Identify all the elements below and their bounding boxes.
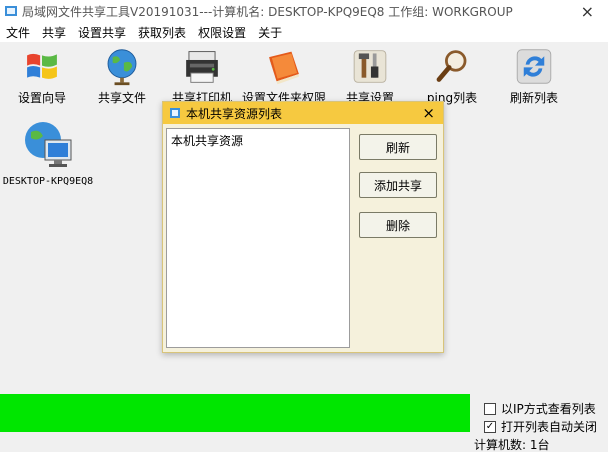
tool-ping-list[interactable]: ping列表 (412, 46, 492, 106)
dialog-close-button[interactable]: × (422, 104, 435, 122)
tool-share-printer[interactable]: 共享打印机 (162, 46, 242, 106)
computer-count: 计算机数: 1台 (474, 438, 550, 452)
auto-close-checkbox[interactable]: ✓ (484, 420, 496, 433)
dialog-app-icon (170, 108, 180, 118)
printer-icon (186, 51, 218, 83)
tool-label: 设置向导 (17, 91, 66, 105)
tool-label: 共享文件 (97, 91, 146, 105)
ip-view-label: 以IP方式查看列表 (501, 402, 596, 416)
computer-name: DESKTOP-KPQ9EQ8 (2, 176, 94, 187)
menu-get-list[interactable]: 获取列表 (138, 24, 186, 41)
refresh-button[interactable]: 刷新 (359, 134, 437, 160)
share-resources-dialog: 本机共享资源列表 × 本机共享资源 刷新 添加共享 删除 (162, 101, 444, 353)
folder-book-icon (269, 51, 299, 85)
add-share-button[interactable]: 添加共享 (359, 172, 437, 198)
dialog-title-bar[interactable]: 本机共享资源列表 (163, 102, 443, 124)
globe-icon (107, 49, 137, 86)
tool-refresh-list[interactable]: 刷新列表 (494, 46, 574, 106)
tool-label: 刷新列表 (509, 91, 558, 105)
app-icon (5, 6, 17, 16)
computer-item[interactable]: DESKTOP-KPQ9EQ8 (2, 118, 94, 194)
windows-flag-icon (27, 53, 57, 79)
menu-share[interactable]: 共享 (42, 24, 66, 41)
window-title: 局域网文件共享工具V20191031---计算机名: DESKTOP-KPQ9E… (22, 4, 513, 19)
menu-file[interactable]: 文件 (6, 24, 30, 41)
close-window-button[interactable]: × (581, 2, 594, 21)
toolbar: 设置向导 共享文件 共享打印机 设置文件夹权限 共享设置 ping列表 刷新列表 (0, 42, 608, 108)
refresh-icon (516, 49, 552, 84)
network-computer-icon (25, 122, 72, 167)
list-item[interactable]: 本机共享资源 (171, 132, 345, 149)
ip-view-checkbox[interactable] (484, 402, 496, 415)
tool-share-file[interactable]: 共享文件 (82, 46, 162, 106)
auto-close-label: 打开列表自动关闭 (501, 420, 598, 434)
auto-close-option[interactable]: ✓ 打开列表自动关闭 (484, 418, 597, 435)
menu-about[interactable]: 关于 (258, 24, 282, 41)
dialog-title: 本机共享资源列表 (186, 106, 283, 121)
tools-icon (353, 50, 387, 83)
ip-view-option[interactable]: 以IP方式查看列表 (484, 400, 596, 417)
title-bar: 局域网文件共享工具V20191031---计算机名: DESKTOP-KPQ9E… (0, 0, 608, 22)
tool-share-settings[interactable]: 共享设置 (330, 46, 410, 106)
share-list[interactable]: 本机共享资源 (166, 128, 350, 348)
menu-permissions[interactable]: 权限设置 (198, 24, 246, 41)
magnifier-icon (436, 50, 467, 82)
progress-bar (0, 394, 470, 432)
delete-button[interactable]: 删除 (359, 212, 437, 238)
tool-setup-wizard[interactable]: 设置向导 (2, 46, 82, 106)
menu-set-share[interactable]: 设置共享 (78, 24, 126, 41)
menu-bar: 文件 共享 设置共享 获取列表 权限设置 关于 (0, 22, 608, 42)
tool-folder-permissions[interactable]: 设置文件夹权限 (242, 46, 326, 106)
